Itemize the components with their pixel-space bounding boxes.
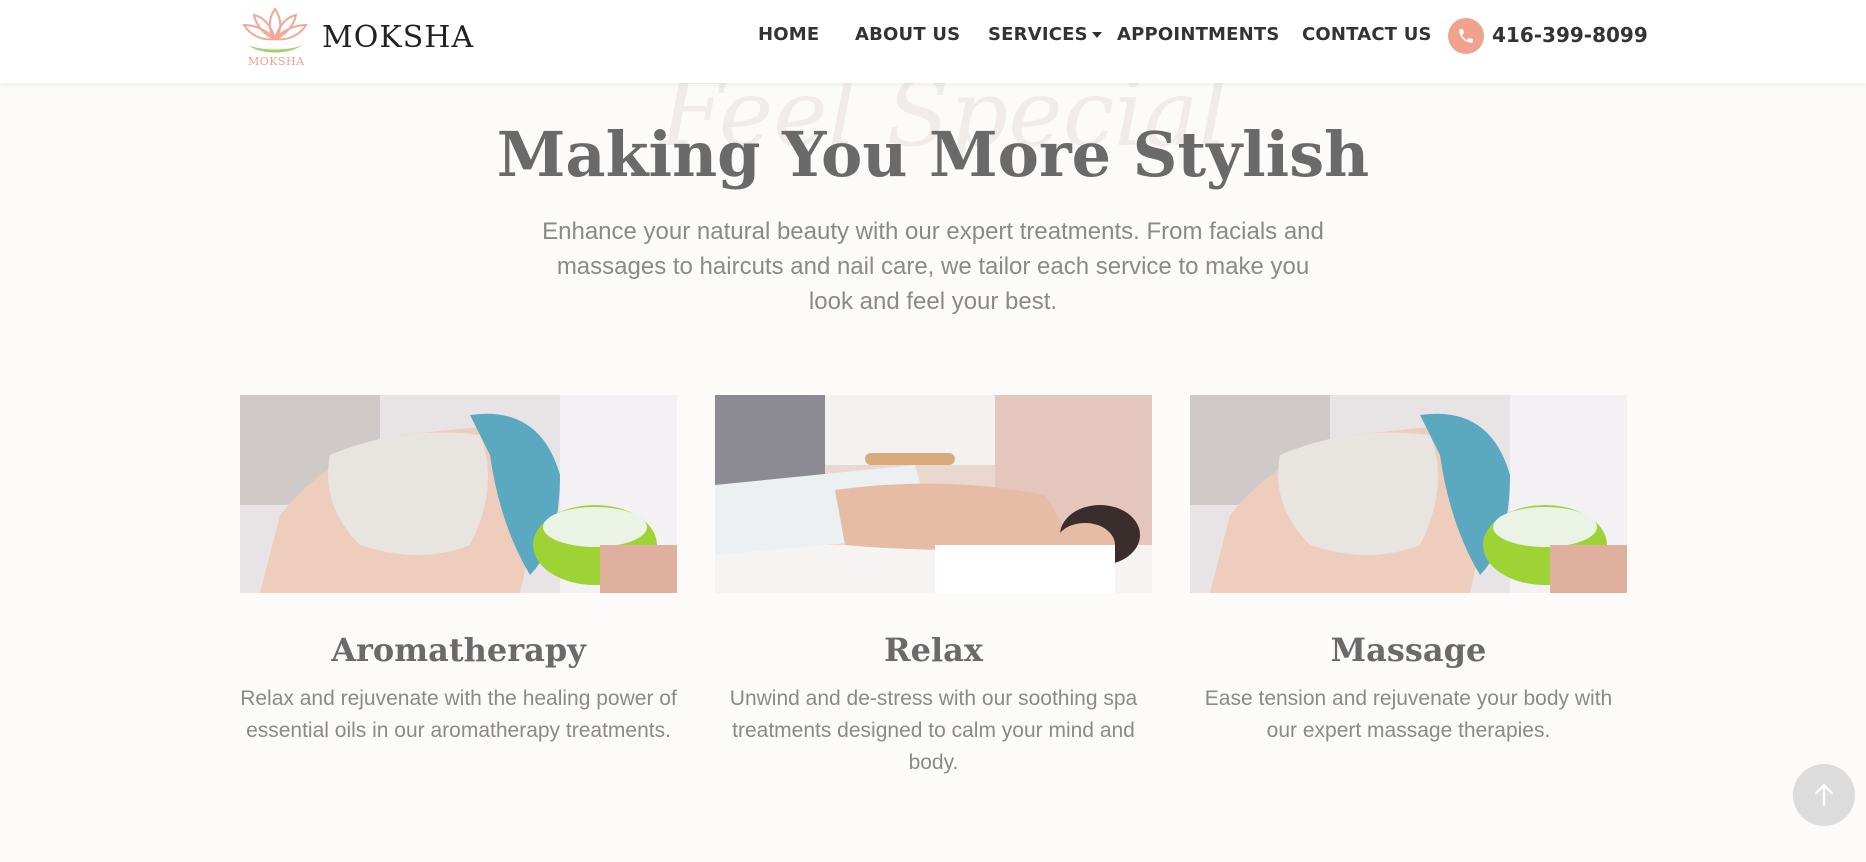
arrow-up-icon (1815, 784, 1833, 806)
service-title: Aromatherapy (331, 631, 586, 669)
service-description: Relax and rejuvenate with the healing po… (240, 687, 677, 742)
service-image-facial (1190, 395, 1627, 593)
nav-services-label: SERVICES (988, 24, 1088, 45)
hero-description: Enhance your natural beauty with our exp… (542, 218, 1324, 315)
service-card-massage: Massage Ease tension and rejuvenate your… (1190, 395, 1627, 747)
nav-contact-us[interactable]: CONTACT US (1302, 24, 1432, 45)
service-image-facial (240, 395, 677, 593)
nav-services[interactable]: SERVICES (988, 24, 1102, 45)
nav-home[interactable]: HOME (758, 24, 819, 45)
service-card-aromatherapy: Aromatherapy Relax and rejuvenate with t… (240, 395, 677, 747)
site-header: MOKSHA MOKSHA HOME ABOUT US SERVICES APP… (0, 0, 1866, 83)
phone-icon[interactable] (1448, 18, 1484, 54)
service-title: Massage (1330, 631, 1487, 669)
brand-name: MOKSHA (322, 19, 475, 55)
service-title: Relax (884, 631, 983, 669)
nav-about-us[interactable]: ABOUT US (855, 24, 960, 45)
service-card-relax: Relax Unwind and de-stress with our soot… (715, 395, 1152, 779)
nav-appointments[interactable]: APPOINTMENTS (1117, 24, 1280, 45)
scroll-top-button[interactable] (1793, 764, 1855, 826)
caret-down-icon (1091, 32, 1102, 38)
service-description: Ease tension and rejuvenate your body wi… (1204, 687, 1613, 742)
lotus-logo-icon: MOKSHA (240, 5, 310, 69)
page-title: Making You More Stylish (496, 118, 1370, 191)
service-image-massage (715, 395, 1152, 593)
brand-logo[interactable]: MOKSHA MOKSHA (240, 5, 474, 69)
logo-mark-text: MOKSHA (248, 55, 305, 68)
phone-number[interactable]: 416-399-8099 (1492, 23, 1648, 47)
service-description: Unwind and de-stress with our soothing s… (729, 687, 1138, 774)
